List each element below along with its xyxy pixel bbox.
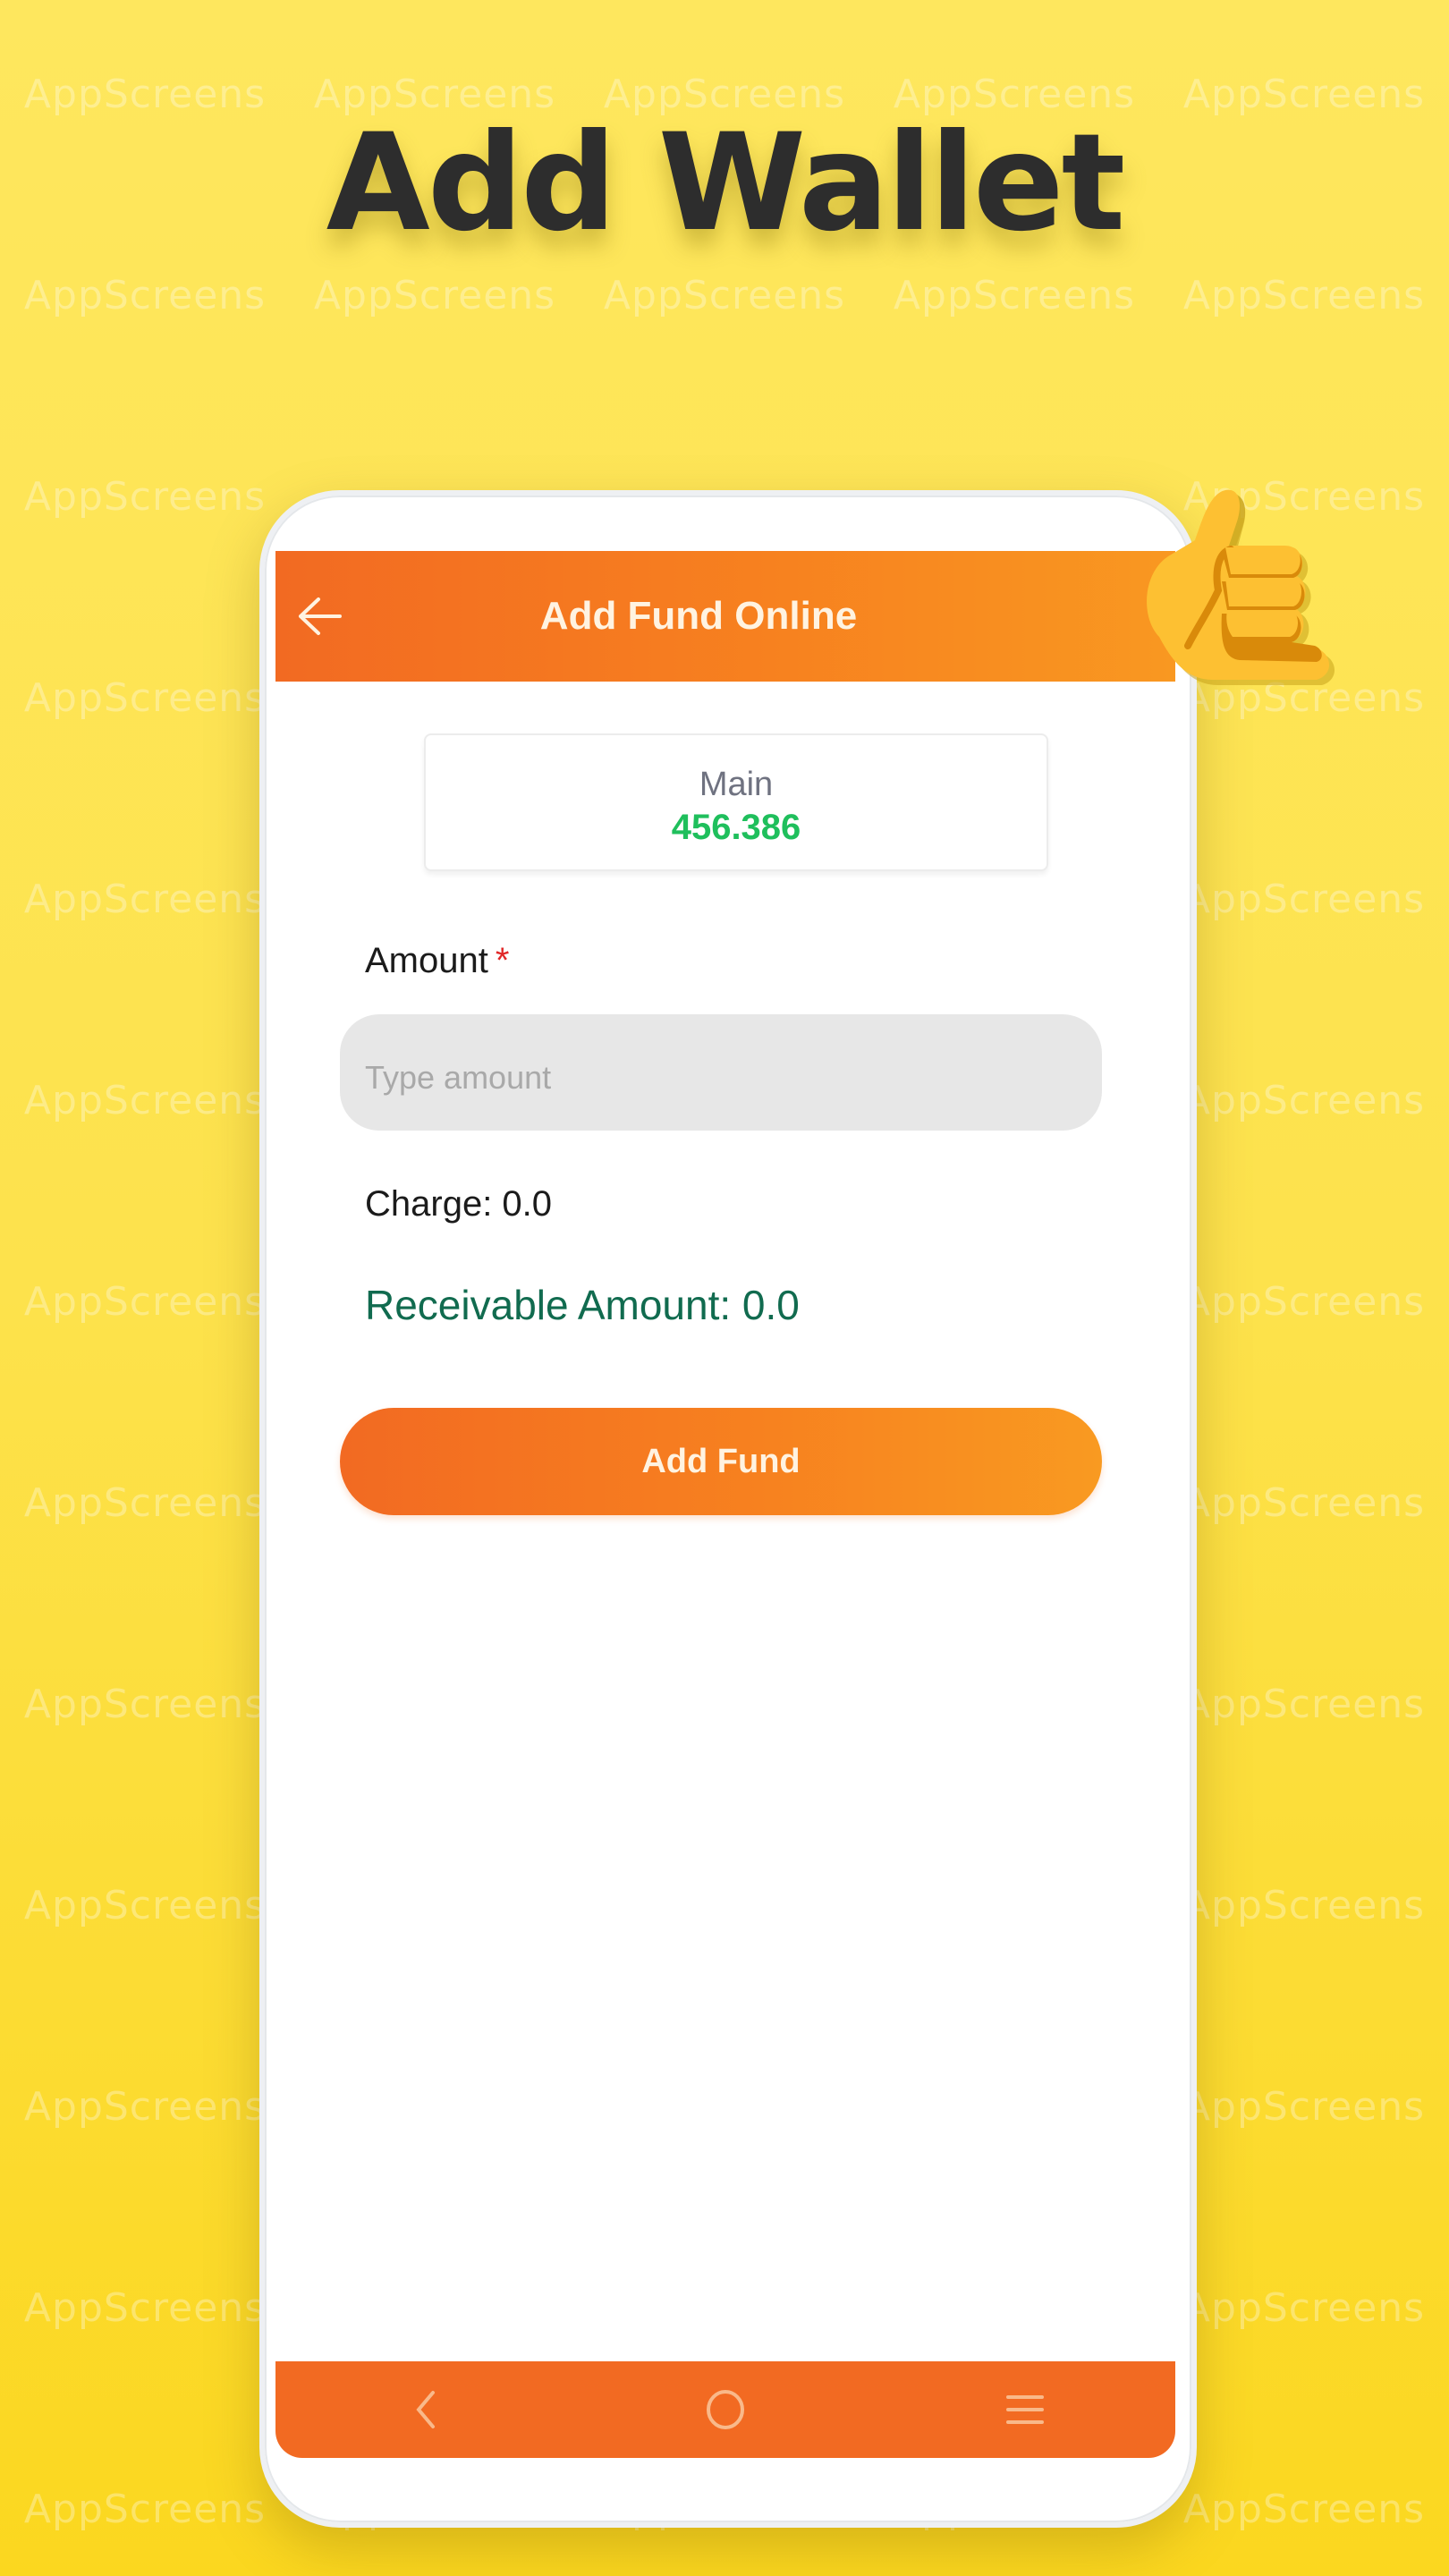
watermark: AppScreens [1182,273,1426,318]
required-marker: * [495,941,510,980]
promo-headline: Add Wallet [326,106,1126,261]
watermark: AppScreens [1182,2084,1426,2130]
watermark: AppScreens [1182,1279,1426,1325]
charge-text: Charge: 0.0 [365,1184,553,1224]
watermark: AppScreens [1182,1078,1426,1123]
page-title: Add Fund Online [539,594,858,638]
watermark: AppScreens [1182,1480,1426,1526]
watermark: AppScreens [1182,1883,1426,1928]
amount-label: Amount * [365,941,509,981]
watermark: AppScreens [23,675,267,721]
arrow-left-icon[interactable] [295,594,343,639]
watermark: AppScreens [1182,877,1426,922]
phone-frame: Add Fund Online Main 456.386 Amount* Cha… [259,490,1197,2528]
watermark: AppScreens [23,1480,267,1526]
add-fund-button[interactable]: Add Fund [340,1408,1102,1515]
receivable-amount-text: Receivable Amount: 0.0 [365,1282,800,1328]
amount-label-text: Amount [365,941,488,980]
watermark: AppScreens [603,273,846,318]
system-nav-bar [275,2361,1175,2458]
watermark: AppScreens [23,1883,267,1928]
wallet-balance-card: Main 456.386 [424,733,1048,871]
watermark: AppScreens [23,474,267,520]
watermark: AppScreens [23,1078,267,1123]
wallet-name: Main [699,766,774,803]
watermark: AppScreens [23,2084,267,2130]
watermark: AppScreens [23,1682,267,1727]
watermark: AppScreens [1182,2487,1426,2532]
watermark: AppScreens [893,273,1136,318]
watermark: AppScreens [1182,2285,1426,2331]
watermark: AppScreens [23,2487,267,2532]
watermark: AppScreens [23,1279,267,1325]
menu-lines-icon[interactable] [985,2369,1065,2450]
watermark: AppScreens [23,2285,267,2331]
wallet-balance: 456.386 [671,808,801,847]
thumbs-up-icon [1129,479,1336,694]
watermark: AppScreens [313,273,556,318]
watermark: AppScreens [23,877,267,922]
home-circle-icon[interactable] [685,2369,766,2450]
back-chevron-icon[interactable] [386,2369,466,2450]
amount-input[interactable] [340,1014,1102,1131]
watermark: AppScreens [1182,1682,1426,1727]
watermark: AppScreens [23,273,267,318]
app-bar: Add Fund Online [275,551,1175,682]
